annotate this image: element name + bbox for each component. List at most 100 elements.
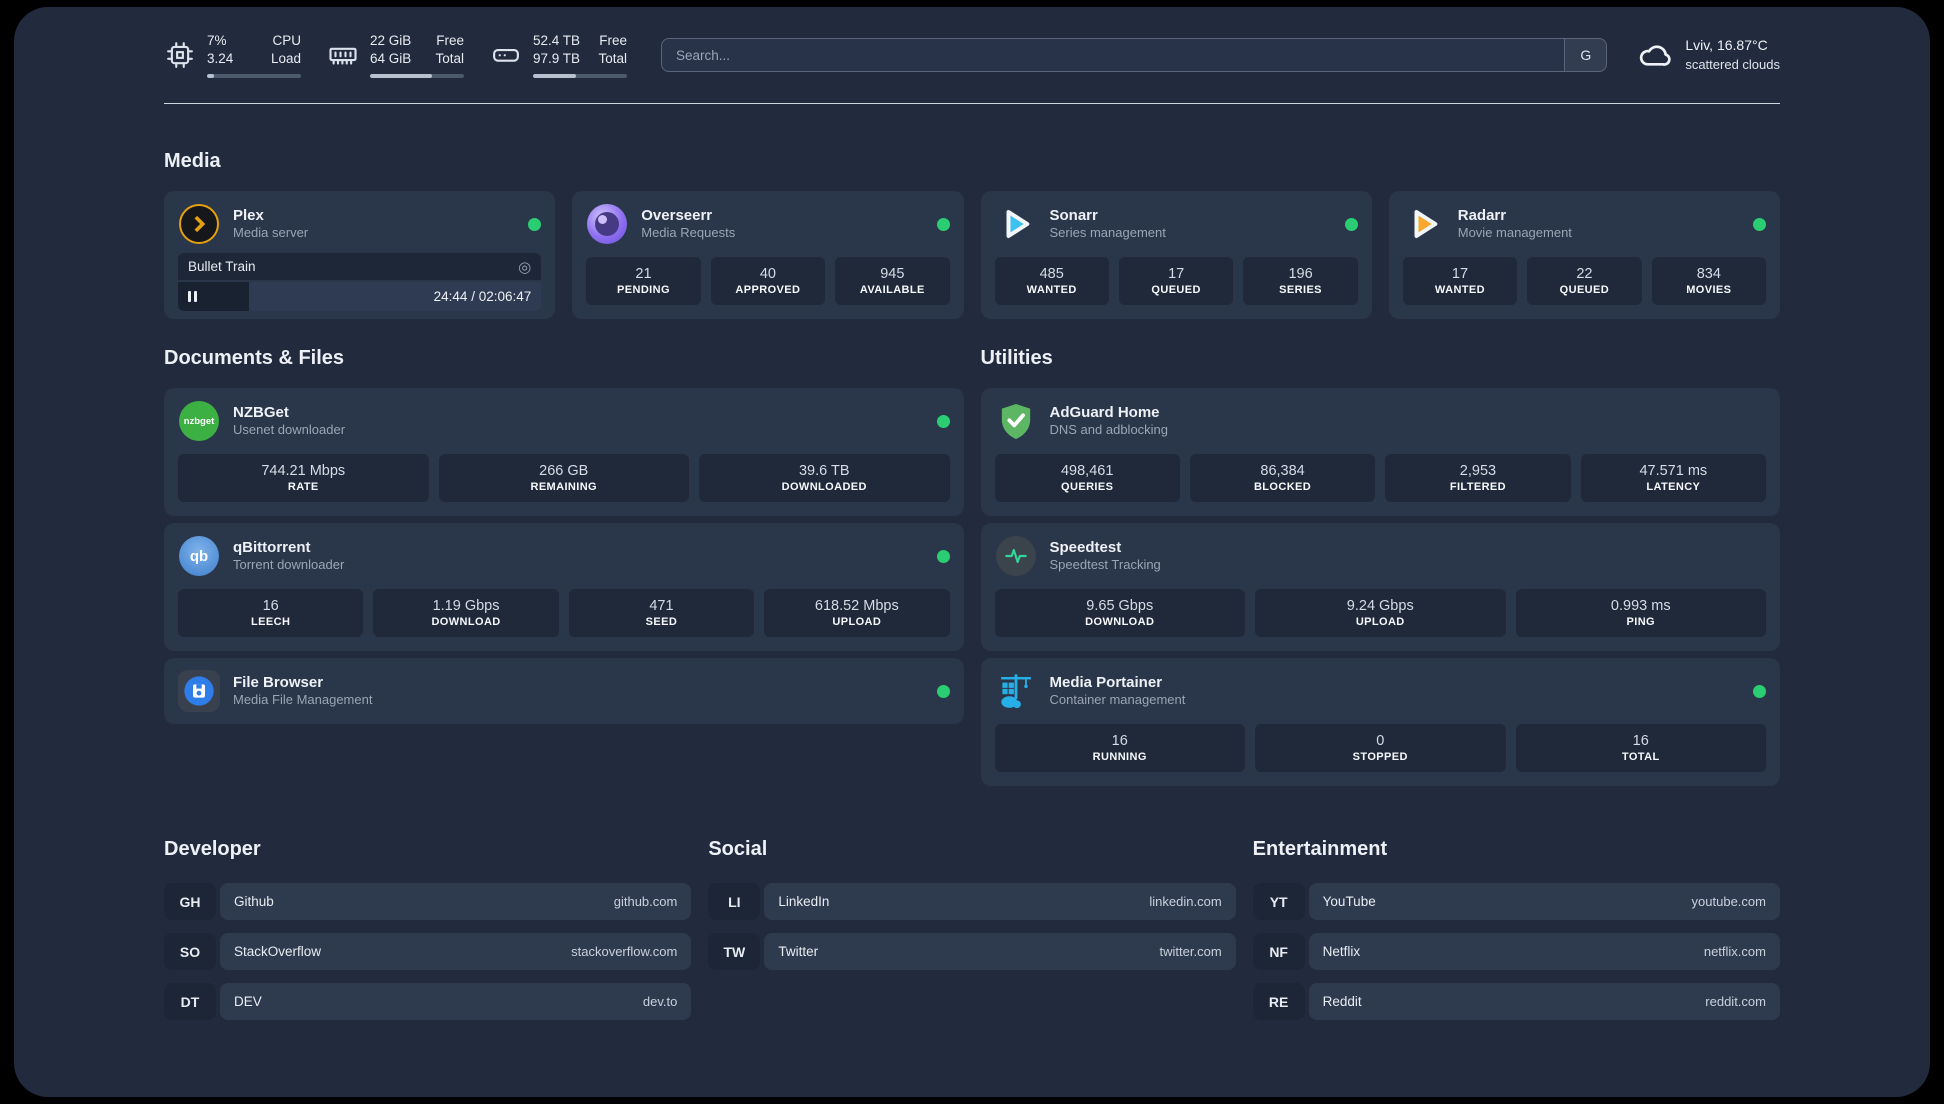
service-subtitle: Media File Management xyxy=(233,692,373,708)
stat-box: 16 LEECH xyxy=(178,589,364,637)
now-playing-icon: ◎ xyxy=(518,258,532,276)
stat-box: 744.21 Mbps RATE xyxy=(178,454,429,502)
disk-icon xyxy=(490,39,522,71)
player-time: 24:44 / 02:06:47 xyxy=(433,289,532,304)
sonarr-icon xyxy=(995,203,1037,245)
link-name: Netflix xyxy=(1322,944,1361,959)
speedtest-icon xyxy=(995,535,1037,577)
service-card-portainer[interactable]: Media Portainer Container management 16 … xyxy=(980,658,1780,786)
link-url: youtube.com xyxy=(1691,894,1766,909)
service-name: AdGuard Home xyxy=(1049,403,1160,421)
service-subtitle: Series management xyxy=(1049,225,1166,241)
link-name: Twitter xyxy=(778,944,819,959)
link-name: DEV xyxy=(234,994,262,1009)
links-column-entertainment: Entertainment YT YouTube youtube.com NF … xyxy=(1252,838,1780,1020)
media-card-grid: Plex Media server Bullet Train ◎ 24:44 /… xyxy=(164,191,1780,319)
link-item-netflix[interactable]: NF Netflix netflix.com xyxy=(1252,933,1780,970)
cpu-progress-bar xyxy=(207,74,301,79)
link-url: reddit.com xyxy=(1705,994,1766,1009)
stat-box: 485 WANTED xyxy=(994,257,1109,305)
disk-total-label: Total xyxy=(598,51,627,66)
service-subtitle: Container management xyxy=(1049,692,1186,708)
service-subtitle: Media Requests xyxy=(641,225,736,241)
search-input[interactable] xyxy=(662,39,1565,71)
stat-box: 618.52 Mbps UPLOAD xyxy=(764,589,950,637)
qbittorrent-icon: qb xyxy=(178,535,220,577)
memory-total-value: 64 GiB xyxy=(370,51,412,66)
dev-icon: DT xyxy=(164,983,216,1020)
memory-free-value: 22 GiB xyxy=(370,32,412,48)
stat-box: 196 SERIES xyxy=(1243,257,1358,305)
disk-free-value: 52.4 TB xyxy=(533,32,581,48)
link-url: github.com xyxy=(613,894,678,909)
status-dot xyxy=(936,414,950,428)
search-provider-button[interactable]: G xyxy=(1564,39,1607,71)
pause-icon[interactable] xyxy=(188,282,197,311)
status-dot xyxy=(1753,217,1766,231)
section-title-documents: Documents & Files xyxy=(164,347,345,369)
status-dot xyxy=(1753,684,1766,698)
search-bar[interactable]: G xyxy=(661,38,1608,72)
service-subtitle: DNS and adblocking xyxy=(1049,422,1169,438)
top-bar: 7% 3.24 CPU Load 22 GiB 64 GiB Free Tota… xyxy=(164,31,1780,79)
link-name: LinkedIn xyxy=(778,894,830,909)
link-item-twitter[interactable]: TW Twitter twitter.com xyxy=(708,933,1236,970)
stat-box: 834 MOVIES xyxy=(1651,257,1767,305)
status-dot xyxy=(1344,217,1358,231)
service-card-speedtest[interactable]: Speedtest Speedtest Tracking 9.65 Gbps D… xyxy=(980,523,1780,651)
link-item-reddit[interactable]: RE Reddit reddit.com xyxy=(1252,983,1780,1020)
link-name: YouTube xyxy=(1322,894,1376,909)
link-item-github[interactable]: GH Github github.com xyxy=(164,883,692,920)
link-item-youtube[interactable]: YT YouTube youtube.com xyxy=(1252,883,1780,920)
link-url: stackoverflow.com xyxy=(571,944,678,959)
weather-location-temp: Lviv, 16.87°C xyxy=(1685,37,1768,54)
service-card-nzbget[interactable]: nzbget NZBGet Usenet downloader 744.21 M… xyxy=(164,388,964,516)
service-name: Speedtest xyxy=(1049,538,1122,556)
service-card-plex[interactable]: Plex Media server Bullet Train ◎ 24:44 /… xyxy=(164,191,556,319)
plex-now-playing: Bullet Train ◎ 24:44 / 02:06:47 xyxy=(178,253,542,311)
dashboard-panel: 7% 3.24 CPU Load 22 GiB 64 GiB Free Tota… xyxy=(14,7,1930,1097)
plex-icon xyxy=(178,203,220,245)
service-name: Media Portainer xyxy=(1049,673,1163,691)
link-item-dev[interactable]: DT DEV dev.to xyxy=(164,983,692,1020)
service-card-adguard[interactable]: AdGuard Home DNS and adblocking 498,461 … xyxy=(980,388,1780,516)
memory-total-label: Total xyxy=(435,51,464,66)
now-playing-row: Bullet Train ◎ xyxy=(178,253,542,280)
service-subtitle: Movie management xyxy=(1457,225,1572,241)
status-dot xyxy=(936,684,950,698)
section-title-developer: Developer xyxy=(164,838,261,860)
service-subtitle: Usenet downloader xyxy=(233,422,346,438)
link-item-linkedin[interactable]: LI LinkedIn linkedin.com xyxy=(708,883,1236,920)
service-card-overseerr[interactable]: Overseerr Media Requests 21 PENDING 40 A… xyxy=(572,191,964,319)
link-name: Reddit xyxy=(1322,994,1362,1009)
link-url: netflix.com xyxy=(1703,944,1766,959)
twitter-icon: TW xyxy=(708,933,761,970)
stat-box: 9.24 Gbps UPLOAD xyxy=(1255,589,1506,637)
service-name: Overseerr xyxy=(641,206,713,224)
link-item-stackoverflow[interactable]: SO StackOverflow stackoverflow.com xyxy=(164,933,692,970)
service-name: NZBGet xyxy=(233,403,289,421)
stat-box: 266 GB REMAINING xyxy=(438,454,689,502)
github-icon: GH xyxy=(164,883,216,920)
service-card-qbittorrent[interactable]: qb qBittorrent Torrent downloader 16 LEE… xyxy=(164,523,964,651)
system-stats: 7% 3.24 CPU Load 22 GiB 64 GiB Free Tota… xyxy=(164,32,627,79)
stat-box: 9.65 Gbps DOWNLOAD xyxy=(994,589,1245,637)
utilities-column: Utilities AdGuard Home DNS and adblockin… xyxy=(980,347,1780,786)
radarr-icon xyxy=(1403,203,1445,245)
documents-column: Documents & Files nzbget NZBGet Usenet d… xyxy=(164,347,964,786)
portainer-icon xyxy=(995,670,1037,712)
stat-box: 22 QUEUED xyxy=(1527,257,1642,305)
stat-box: 17 WANTED xyxy=(1402,257,1518,305)
now-playing-title: Bullet Train xyxy=(188,259,256,274)
player-progress-bar[interactable]: 24:44 / 02:06:47 xyxy=(178,282,542,311)
service-card-filebrowser[interactable]: File Browser Media File Management xyxy=(164,658,964,724)
service-card-sonarr[interactable]: Sonarr Series management 485 WANTED 17 Q… xyxy=(980,191,1372,319)
disk-total-value: 97.9 TB xyxy=(533,51,581,66)
service-card-radarr[interactable]: Radarr Movie management 17 WANTED 22 QUE… xyxy=(1388,191,1780,319)
service-name: qBittorrent xyxy=(233,538,311,556)
service-name: Plex xyxy=(233,206,264,224)
cpu-usage-label: CPU xyxy=(272,32,301,48)
cloud-icon xyxy=(1640,45,1672,66)
filebrowser-icon xyxy=(178,670,220,712)
link-url: linkedin.com xyxy=(1149,894,1222,909)
